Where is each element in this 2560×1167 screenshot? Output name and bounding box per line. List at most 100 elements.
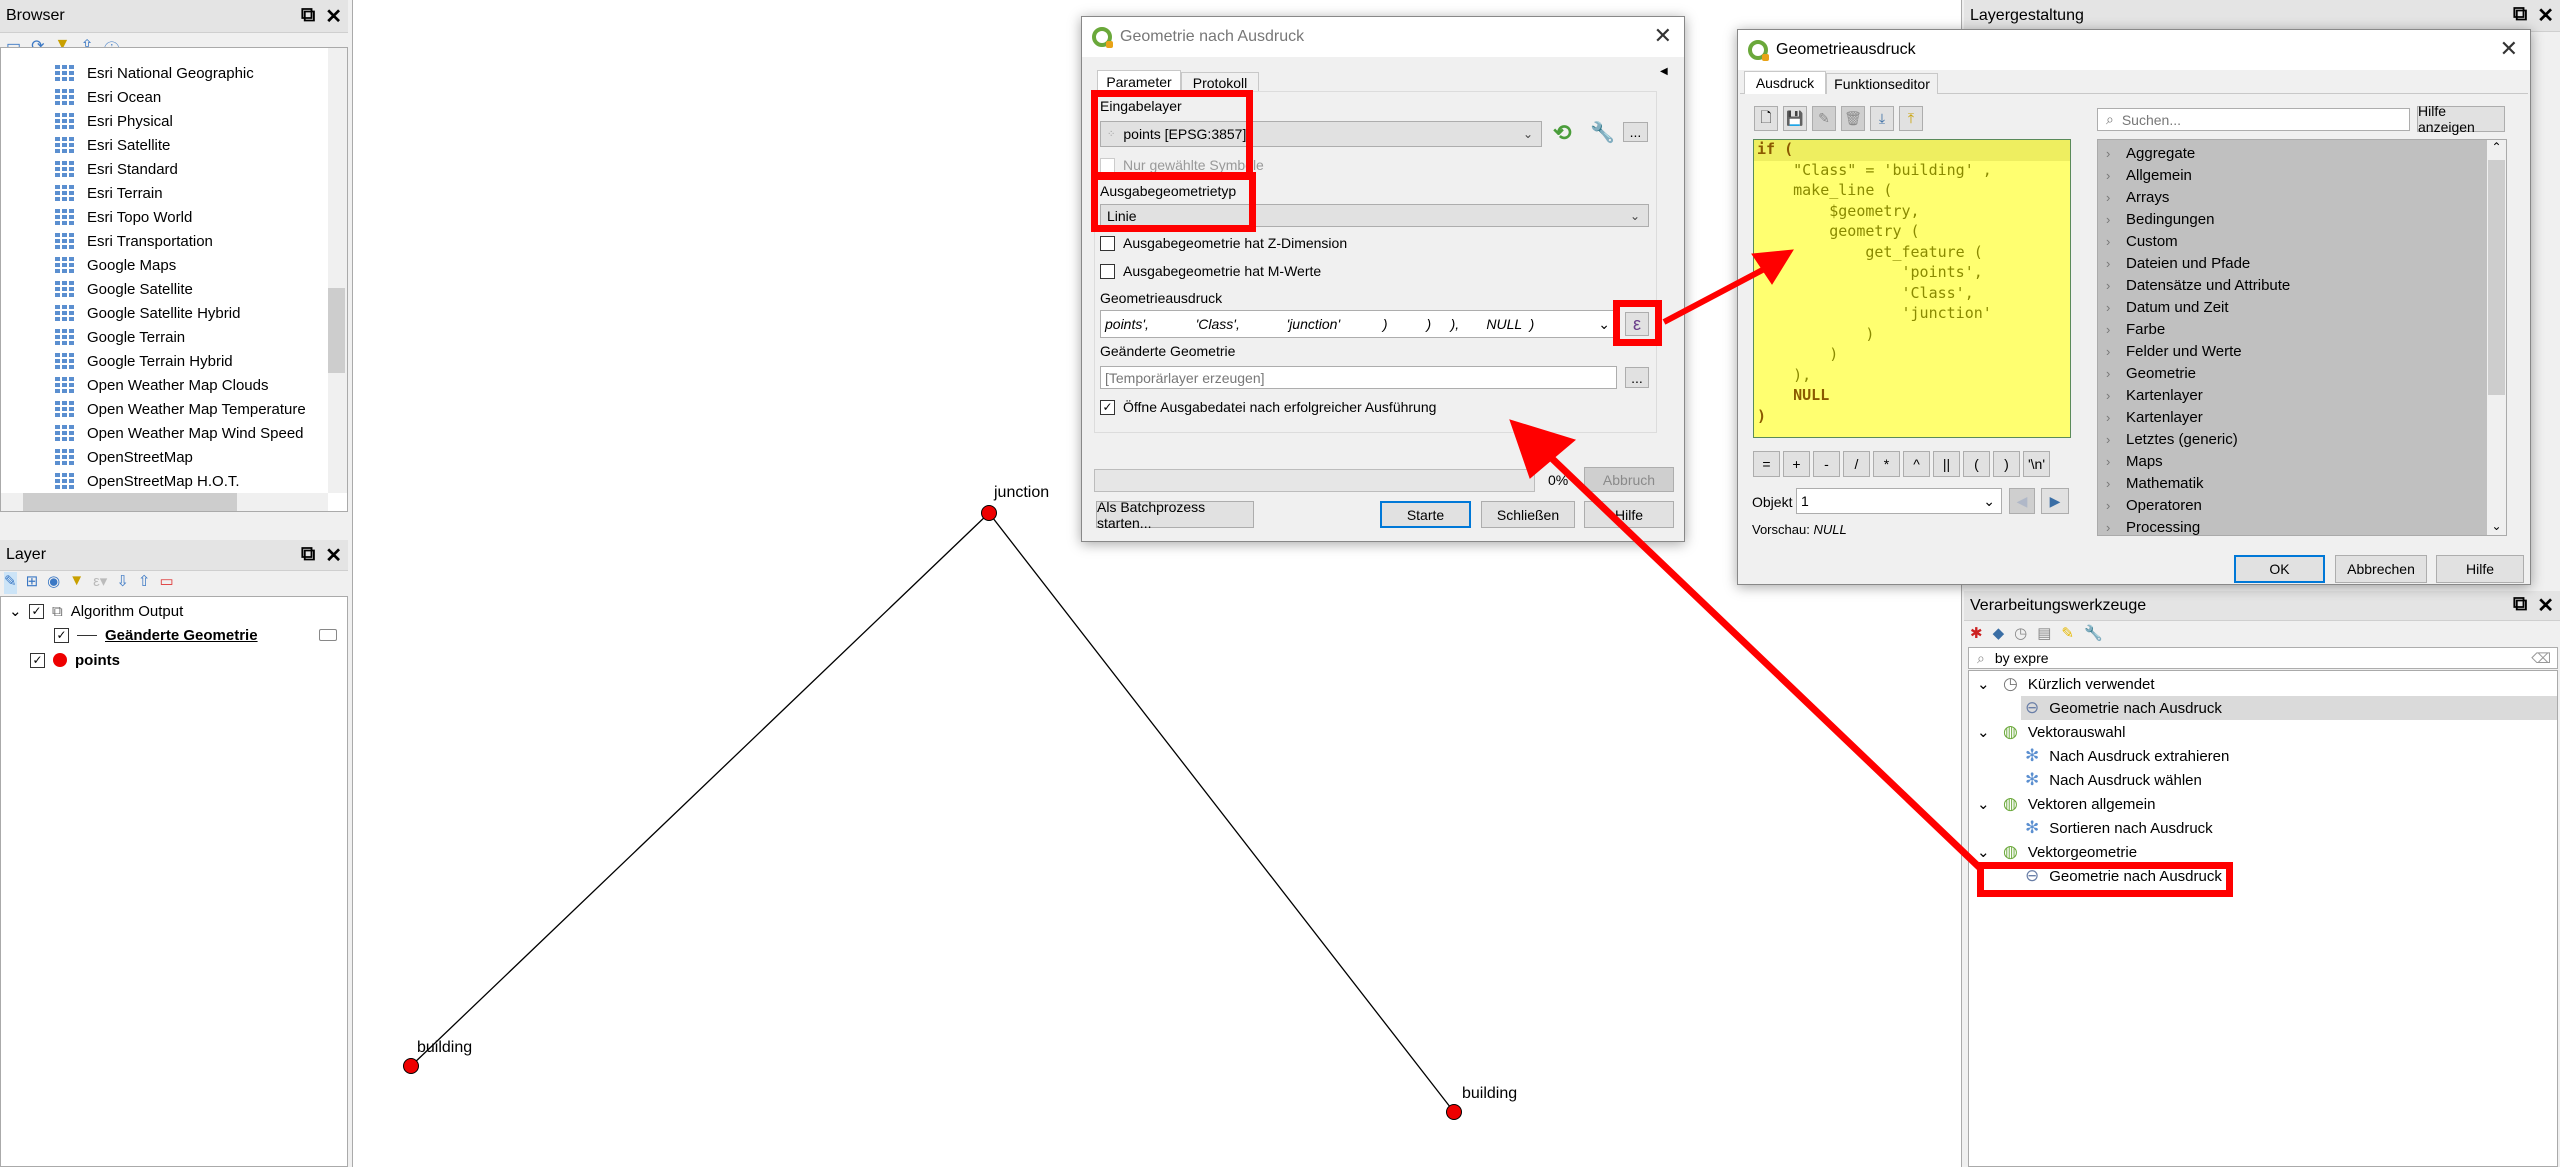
- output-field[interactable]: [Temporärlayer erzeugen]: [1100, 366, 1617, 389]
- browser-tree[interactable]: Esri National Geographic Esri Ocean Esri P…: [0, 47, 348, 512]
- export-icon[interactable]: ⤒: [1899, 106, 1923, 131]
- browser-hscrollbar[interactable]: [1, 493, 328, 511]
- chevron-down-icon[interactable]: ⌄: [1977, 723, 1999, 741]
- toolbox-item[interactable]: ⊖ Geometrie nach Ausdruck: [2021, 696, 2557, 720]
- function-group[interactable]: › Geometrie: [2098, 362, 2506, 384]
- function-group[interactable]: › Felder und Werte: [2098, 340, 2506, 362]
- chevron-right-icon[interactable]: ›: [2106, 146, 2126, 161]
- browser-item[interactable]: Esri Terrain: [55, 181, 163, 205]
- operator-button[interactable]: '\n': [2023, 451, 2050, 477]
- chevron-right-icon[interactable]: ›: [2106, 278, 2126, 293]
- m-values-checkbox[interactable]: Ausgabegeometrie hat M-Werte: [1100, 263, 1321, 279]
- chevron-down-icon[interactable]: ⌄: [1594, 315, 1610, 333]
- layer-item-points[interactable]: ✓ points: [30, 648, 120, 672]
- toolbox-item[interactable]: ✻ Nach Ausdruck wählen: [1969, 768, 2557, 792]
- function-group[interactable]: › Letztes (generic): [2098, 428, 2506, 450]
- operator-button[interactable]: ^: [1903, 451, 1930, 477]
- toolbox-item[interactable]: ⌄ ◍ Vektorauswahl: [1969, 720, 2557, 744]
- chevron-right-icon[interactable]: ›: [2106, 322, 2126, 337]
- float-icon[interactable]: ⧉: [301, 543, 315, 568]
- style-icon[interactable]: ✎: [4, 572, 17, 594]
- cancel-button[interactable]: Abbruch: [1584, 467, 1674, 492]
- close-icon[interactable]: ✕: [2500, 36, 2518, 62]
- operator-button[interactable]: (: [1963, 451, 1990, 477]
- close-icon[interactable]: ✕: [325, 543, 342, 568]
- tab-protokoll[interactable]: Protokoll: [1181, 72, 1259, 92]
- object-combo[interactable]: 1 ⌄: [1796, 488, 2002, 514]
- add-group-icon[interactable]: ⊞: [26, 572, 39, 594]
- collapse-arrow-icon[interactable]: ◀: [1660, 66, 1668, 77]
- chevron-down-icon[interactable]: ⌄: [1977, 675, 1999, 693]
- options-icon[interactable]: 🔧: [2084, 624, 2103, 646]
- show-help-button[interactable]: Hilfe anzeigen: [2417, 103, 2505, 135]
- browser-item[interactable]: Open Weather Map Temperature: [55, 397, 306, 421]
- chevron-right-icon[interactable]: ›: [2106, 212, 2126, 227]
- toolbox-item[interactable]: ⌄ ◍ Vektorgeometrie: [1969, 840, 2557, 864]
- operator-button[interactable]: +: [1783, 451, 1810, 477]
- cancel-button[interactable]: Abbrechen: [2335, 555, 2427, 583]
- chevron-down-icon[interactable]: ⌄: [1977, 843, 1999, 861]
- checkbox[interactable]: ✓: [54, 627, 69, 643]
- float-icon[interactable]: ⧉: [2513, 3, 2527, 28]
- geometry-type-combo[interactable]: Linie ⌄: [1100, 204, 1649, 227]
- browser-item[interactable]: Google Terrain: [55, 325, 185, 349]
- function-group[interactable]: › Custom: [2098, 230, 2506, 252]
- toolbox-item[interactable]: ⌄ ◍ Vektoren allgemein: [1969, 792, 2557, 816]
- expression-filter-icon[interactable]: ε▾: [93, 572, 107, 594]
- browser-item[interactable]: Esri Transportation: [55, 229, 213, 253]
- browser-item[interactable]: Esri Topo World: [55, 205, 192, 229]
- run-button[interactable]: Starte: [1380, 501, 1471, 528]
- layer-group-algorithm-output[interactable]: ⌄ ✓ ⧉ Algorithm Output: [9, 599, 183, 623]
- toolbox-search-input[interactable]: ⌕ by expre ⌫: [1968, 647, 2558, 669]
- checkbox[interactable]: ✓: [1100, 399, 1115, 415]
- filter-icon[interactable]: ▼: [69, 572, 84, 594]
- chevron-right-icon[interactable]: ›: [2106, 366, 2126, 381]
- close-icon[interactable]: ✕: [2537, 3, 2554, 28]
- checkbox[interactable]: [1100, 263, 1115, 279]
- python-icon[interactable]: ◆: [1993, 624, 2005, 646]
- collapse-icon[interactable]: ⇧: [138, 572, 151, 594]
- toolbox-item[interactable]: ⊖ Geometrie nach Ausdruck: [1969, 864, 2557, 888]
- chevron-right-icon[interactable]: ›: [2106, 454, 2126, 469]
- browser-item[interactable]: Google Maps: [55, 253, 176, 277]
- new-file-icon[interactable]: 🗋: [1754, 106, 1778, 131]
- float-icon[interactable]: ⧉: [2513, 593, 2527, 618]
- chevron-right-icon[interactable]: ›: [2106, 300, 2126, 315]
- function-group[interactable]: › Bedingungen: [2098, 208, 2506, 230]
- close-button[interactable]: Schließen: [1481, 501, 1575, 528]
- function-group[interactable]: › Maps: [2098, 450, 2506, 472]
- tab-ausdruck[interactable]: Ausdruck: [1744, 71, 1826, 94]
- toolbox-tree[interactable]: ⌄ ◷ Kürzlich verwendet ⊖ Geometrie nach Ausd…: [1968, 670, 2558, 1167]
- open-output-checkbox[interactable]: ✓ Öffne Ausgabedatei nach erfolgreicher A…: [1100, 399, 1436, 415]
- point-feature-building[interactable]: [1446, 1104, 1462, 1120]
- browser-item[interactable]: Open Weather Map Wind Speed: [55, 421, 304, 445]
- function-group[interactable]: › Mathematik: [2098, 472, 2506, 494]
- browser-item[interactable]: Google Terrain Hybrid: [55, 349, 233, 373]
- browser-item[interactable]: Esri Satellite: [55, 133, 170, 157]
- previous-feature-button[interactable]: ◀: [2009, 488, 2035, 514]
- function-list[interactable]: › Aggregate › Allgemein › Arrays › Bedingungen ›…: [2097, 139, 2507, 536]
- expression-editor[interactable]: if ( "Class" = 'building' , make_line ( …: [1753, 139, 2071, 438]
- close-icon[interactable]: ✕: [325, 4, 342, 29]
- function-group[interactable]: › Datensätze und Attribute: [2098, 274, 2506, 296]
- layer-tree[interactable]: ⌄ ✓ ⧉ Algorithm Output ✓ Geänderte Geometrie…: [0, 596, 348, 1167]
- checkbox[interactable]: [1100, 157, 1115, 173]
- input-layer-combo[interactable]: ⁘ points [EPSG:3857] ⌄: [1100, 121, 1542, 147]
- function-group[interactable]: › Datum und Zeit: [2098, 296, 2506, 318]
- clear-icon[interactable]: ⌫: [2531, 650, 2551, 667]
- function-group[interactable]: › Kartenlayer: [2098, 384, 2506, 406]
- chevron-right-icon[interactable]: ›: [2106, 256, 2126, 271]
- operator-button[interactable]: ||: [1933, 451, 1960, 477]
- chevron-right-icon[interactable]: ›: [2106, 344, 2126, 359]
- browser-item[interactable]: OpenStreetMap: [55, 445, 193, 469]
- chevron-right-icon[interactable]: ›: [2106, 168, 2126, 183]
- toolbox-item[interactable]: ⌄ ◷ Kürzlich verwendet: [1969, 672, 2557, 696]
- function-group[interactable]: › Aggregate: [2098, 142, 2506, 164]
- browser-item[interactable]: Esri Ocean: [55, 85, 161, 109]
- chevron-right-icon[interactable]: ›: [2106, 520, 2126, 535]
- browser-item[interactable]: Esri Standard: [55, 157, 178, 181]
- operator-button[interactable]: -: [1813, 451, 1840, 477]
- eye-icon[interactable]: ◉: [47, 572, 60, 594]
- function-group[interactable]: › Processing: [2098, 516, 2506, 536]
- function-group[interactable]: › Operatoren: [2098, 494, 2506, 516]
